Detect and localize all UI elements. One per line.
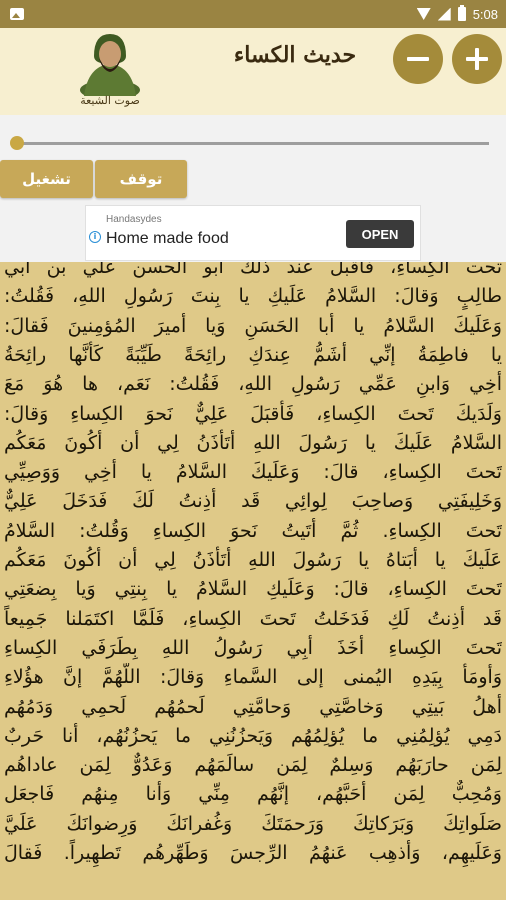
text-line: تَحتَ الكِساءِ، قالَ: وَعَلَيكَ السَّلام… <box>4 461 502 484</box>
app-logo: صوت الشيعة <box>70 30 150 112</box>
ad-banner[interactable]: i Handasydes Home made food OPEN <box>85 205 421 261</box>
app-title: حديث الكساء <box>233 42 357 68</box>
text-line: دَمِي يُؤلِمُنِي ما يُؤلِمُهُم وَيَحزُنُ… <box>4 724 502 747</box>
text-line: وَمُحِبٌّ لِمَن أحَبَّهُم، إنَّهُم مِنِّ… <box>4 783 502 806</box>
prayer-text[interactable]: تحت الكِساءِ، فأقبل عند ذلك أبو الحسن عل… <box>0 262 506 900</box>
text-line: وَعَلَيهِم، وَأذهِب عَنهُمُ الرِّجسَ وَط… <box>4 842 502 864</box>
ad-open-button[interactable]: OPEN <box>346 220 414 248</box>
wifi-icon <box>416 8 431 20</box>
text-line: أخِي وَابنِ عَمِّي رَسُولِ اللهِ، فَقُلت… <box>4 373 502 396</box>
text-line: طالِبٍ وَقالَ: السَّلامُ عَلَيكِ يا بِنت… <box>4 285 502 308</box>
ad-headline: Home made food <box>106 230 229 247</box>
text-line: أهلُ بَيتِي وَخاصَّتِي وَحامَّتِي لَحمُه… <box>4 695 502 718</box>
zoom-out-button[interactable] <box>393 34 443 84</box>
text-line: وَلَدَيكَ تَحتَ الكِساءِ، فَأقبَلَ عَلِي… <box>4 402 502 425</box>
text-line: لِمَن حارَبَهُم وَسِلمٌ لِمَن سالَمَهُم … <box>4 754 502 777</box>
ad-info-icon[interactable]: i <box>89 231 101 243</box>
plus-icon <box>466 48 488 70</box>
app-toolbar: صوت الشيعة حديث الكساء <box>0 28 506 115</box>
player-controls: تشغيل توقف <box>0 160 506 200</box>
signal-icon <box>437 7 451 21</box>
minus-icon <box>407 57 429 61</box>
logo-caption: صوت الشيعة <box>80 94 140 107</box>
play-button[interactable]: تشغيل <box>0 160 93 198</box>
text-line: تَحتَ الكِساءِ أخَذَ أبِي رَسُولُ اللهِ … <box>4 636 502 659</box>
text-line: وَعَلَيكَ السَّلامُ يا أبا الحَسَنِ وَيا… <box>4 314 502 337</box>
stop-button[interactable]: توقف <box>95 160 187 198</box>
text-line: تَحتَ الكِساءِ، قالَ: وَعَلَيكِ السَّلام… <box>4 578 502 601</box>
seek-thumb[interactable] <box>10 136 24 150</box>
seek-track[interactable] <box>17 142 489 145</box>
system-tray: 5:08 <box>416 5 498 22</box>
status-time: 5:08 <box>472 6 498 22</box>
text-line: وَخَلِيفَتِي وَصاحِبَ لِوائِي قَد أذِنتُ… <box>4 490 502 513</box>
text-line: قَد أذِنتُ لَكِ فَدَخَلتُ تَحتَ الكِساءِ… <box>4 607 502 630</box>
battery-icon <box>457 5 466 21</box>
image-icon <box>10 8 24 20</box>
text-line: تحت الكِساءِ، فأقبل عند ذلك أبو الحسن عل… <box>4 262 502 278</box>
portrait-icon <box>80 34 140 100</box>
audio-seekbar[interactable] <box>0 115 506 160</box>
text-line: عَلَيكَ يا أبَتاهُ يا رَسُولَ اللهِ أتَأ… <box>4 549 502 571</box>
ad-advertiser: Handasydes <box>106 214 162 225</box>
text-line: السَّلامُ عَلَيكَ يا رَسُولَ اللهِ أتَأذ… <box>4 431 502 454</box>
text-line: يا فاطِمَةُ إنِّي أشَمُّ عِندَكِ رائِحَة… <box>4 343 502 366</box>
text-line: تَحتَ الكِساءِ. ثُمَّ أتَيتُ نَحوَ الكِس… <box>4 519 502 542</box>
notification-area <box>10 8 24 20</box>
zoom-in-button[interactable] <box>452 34 502 84</box>
status-bar: 5:08 <box>0 0 506 28</box>
text-line: صَلَواتِكَ وَبَرَكاتِكَ وَرَحمَتَكَ وَغُ… <box>4 812 502 835</box>
text-line: وَأومَأ بِيَدِهِ اليُمنى إلى السَّماءِ و… <box>4 666 502 689</box>
